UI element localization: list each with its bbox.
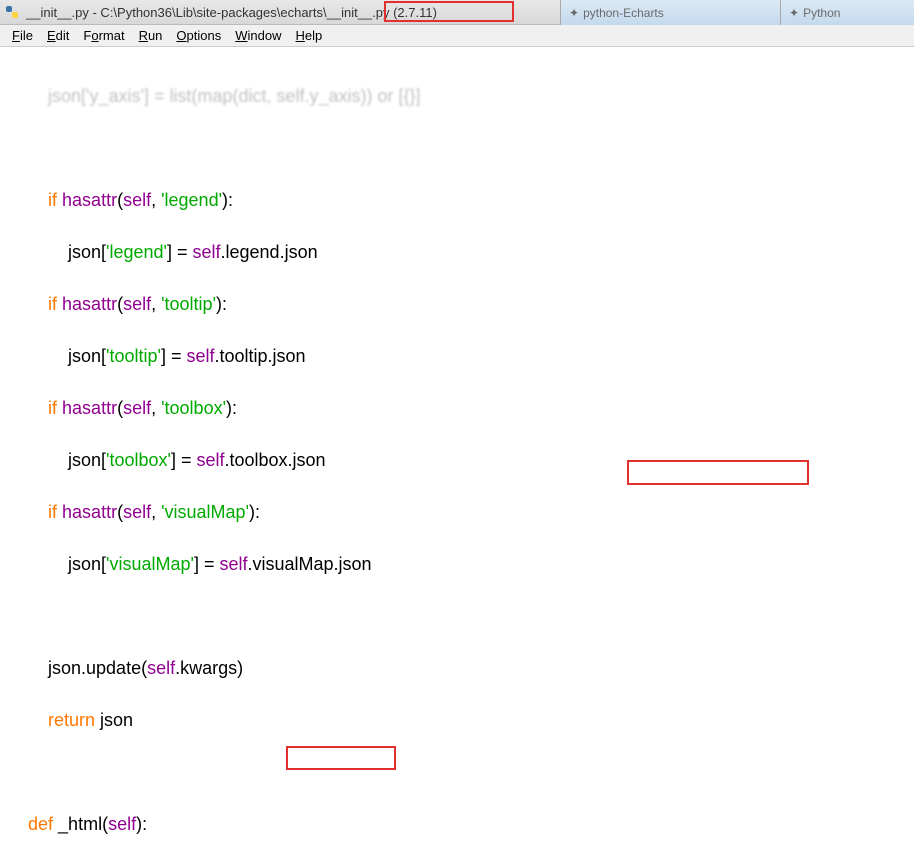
code-line: return json (8, 707, 906, 733)
code-line: if hasattr(self, 'visualMap'): (8, 499, 906, 525)
background-tab-2[interactable]: ✦ Python (780, 0, 914, 25)
code-line: if hasattr(self, 'toolbox'): (8, 395, 906, 421)
cut-off-line: json['y_axis'] = list(map(dict, self.y_a… (8, 83, 906, 109)
menu-format[interactable]: Format (77, 26, 130, 45)
code-editor[interactable]: json['y_axis'] = list(map(dict, self.y_a… (0, 47, 914, 843)
code-line: json['legend'] = self.legend.json (8, 239, 906, 265)
code-line: json['toolbox'] = self.toolbox.json (8, 447, 906, 473)
code-line: json['tooltip'] = self.tooltip.json (8, 343, 906, 369)
menu-window[interactable]: Window (229, 26, 287, 45)
title-bar: __init__.py - C:\Python36\Lib\site-packa… (0, 0, 914, 25)
menu-options[interactable]: Options (170, 26, 227, 45)
browser-icon: ✦ (569, 6, 579, 20)
python-icon (4, 4, 20, 20)
code-line (8, 603, 906, 629)
code-line: json['visualMap'] = self.visualMap.json (8, 551, 906, 577)
code-line: if hasattr(self, 'tooltip'): (8, 291, 906, 317)
menu-help[interactable]: Help (290, 26, 329, 45)
code-line (8, 759, 906, 785)
menu-bar: File Edit Format Run Options Window Help (0, 25, 914, 47)
code-line: def _html(self): (8, 811, 906, 837)
code-line: if hasattr(self, 'legend'): (8, 187, 906, 213)
menu-run[interactable]: Run (133, 26, 169, 45)
browser-icon: ✦ (789, 6, 799, 20)
background-tab-1[interactable]: ✦ python-Echarts (560, 0, 780, 25)
code-line: json.update(self.kwargs) (8, 655, 906, 681)
window-title: __init__.py - C:\Python36\Lib\site-packa… (26, 5, 437, 20)
menu-edit[interactable]: Edit (41, 26, 75, 45)
menu-file[interactable]: File (6, 26, 39, 45)
code-line (8, 135, 906, 161)
